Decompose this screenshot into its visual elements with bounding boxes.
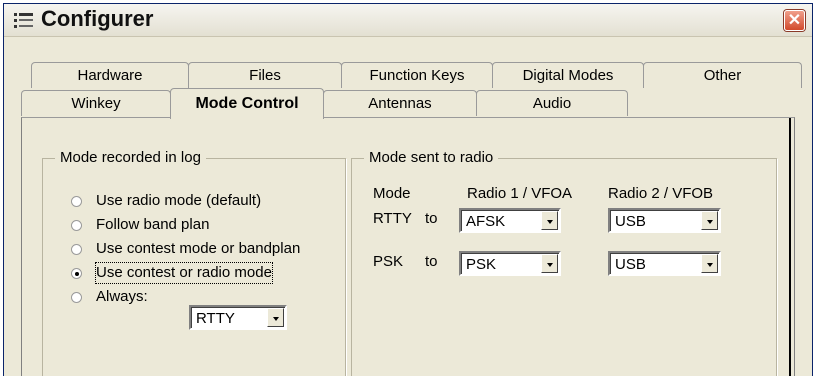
dropdown-arrow-icon[interactable] bbox=[541, 254, 558, 273]
radio-button-icon bbox=[71, 292, 82, 303]
row-rtty-to: to bbox=[425, 210, 438, 227]
dropdown-arrow-icon[interactable] bbox=[267, 308, 284, 327]
close-button[interactable]: ✕ bbox=[784, 10, 805, 31]
radio-label: Use contest or radio mode bbox=[95, 262, 273, 284]
radio-button-icon bbox=[71, 196, 82, 207]
radio-label: Always: bbox=[96, 288, 148, 305]
tab-mode-control[interactable]: Mode Control bbox=[170, 88, 324, 119]
tab-antennas[interactable]: Antennas bbox=[323, 90, 477, 116]
row-psk-to: to bbox=[425, 253, 438, 270]
tab-digital-modes[interactable]: Digital Modes bbox=[492, 62, 644, 88]
tab-files[interactable]: Files bbox=[188, 62, 342, 88]
tab-audio[interactable]: Audio bbox=[476, 90, 628, 116]
header-radio2: Radio 2 / VFOB bbox=[608, 185, 714, 202]
mode-sent-to-radio-group: Mode sent to radio Mode Radio 1 / VFOA R… bbox=[351, 149, 777, 376]
tab-winkey[interactable]: Winkey bbox=[21, 90, 171, 116]
always-mode-select[interactable]: RTTY bbox=[189, 305, 287, 330]
psk-radio1-value: PSK bbox=[466, 256, 497, 273]
psk-radio2-value: USB bbox=[615, 256, 646, 273]
configurer-app-icon bbox=[14, 13, 33, 28]
close-icon: ✕ bbox=[787, 12, 802, 29]
panel-border bbox=[789, 118, 791, 376]
row-rtty-label: RTTY bbox=[373, 210, 412, 227]
tab-other[interactable]: Other bbox=[643, 62, 802, 88]
rtty-radio2-value: USB bbox=[615, 213, 646, 230]
dropdown-arrow-icon[interactable] bbox=[541, 211, 558, 230]
radio-button-icon bbox=[71, 220, 82, 231]
mode-recorded-in-log-group: Mode recorded in log Use radio mode (def… bbox=[42, 149, 346, 376]
header-mode: Mode bbox=[373, 185, 411, 202]
row-psk-label: PSK bbox=[373, 253, 404, 270]
radio-label: Use contest mode or bandplan bbox=[96, 240, 301, 257]
dropdown-arrow-icon[interactable] bbox=[701, 254, 718, 273]
radio-label: Follow band plan bbox=[96, 216, 210, 233]
rtty-radio2-select[interactable]: USB bbox=[608, 208, 721, 233]
rtty-radio1-select[interactable]: AFSK bbox=[459, 208, 561, 233]
window-title: Configurer bbox=[41, 6, 154, 31]
rtty-radio1-value: AFSK bbox=[466, 213, 506, 230]
radio-button-selected-icon bbox=[71, 268, 82, 279]
header-radio1: Radio 1 / VFOA bbox=[467, 185, 573, 202]
dropdown-arrow-icon[interactable] bbox=[701, 211, 718, 230]
mode-control-panel: Mode recorded in log Use radio mode (def… bbox=[21, 117, 795, 376]
psk-radio1-select[interactable]: PSK bbox=[459, 251, 561, 276]
always-mode-value: RTTY bbox=[196, 310, 235, 327]
configurer-window: Configurer ✕ Hardware Files Function Key… bbox=[3, 3, 813, 376]
tab-hardware[interactable]: Hardware bbox=[31, 62, 189, 88]
psk-radio2-select[interactable]: USB bbox=[608, 251, 721, 276]
radio-label: Use radio mode (default) bbox=[96, 192, 262, 209]
radio-button-icon bbox=[71, 244, 82, 255]
title-bar[interactable]: Configurer ✕ bbox=[4, 4, 812, 37]
tab-function-keys[interactable]: Function Keys bbox=[341, 62, 493, 88]
mode-recorded-legend: Mode recorded in log bbox=[55, 149, 206, 166]
mode-sent-legend: Mode sent to radio bbox=[364, 149, 499, 166]
